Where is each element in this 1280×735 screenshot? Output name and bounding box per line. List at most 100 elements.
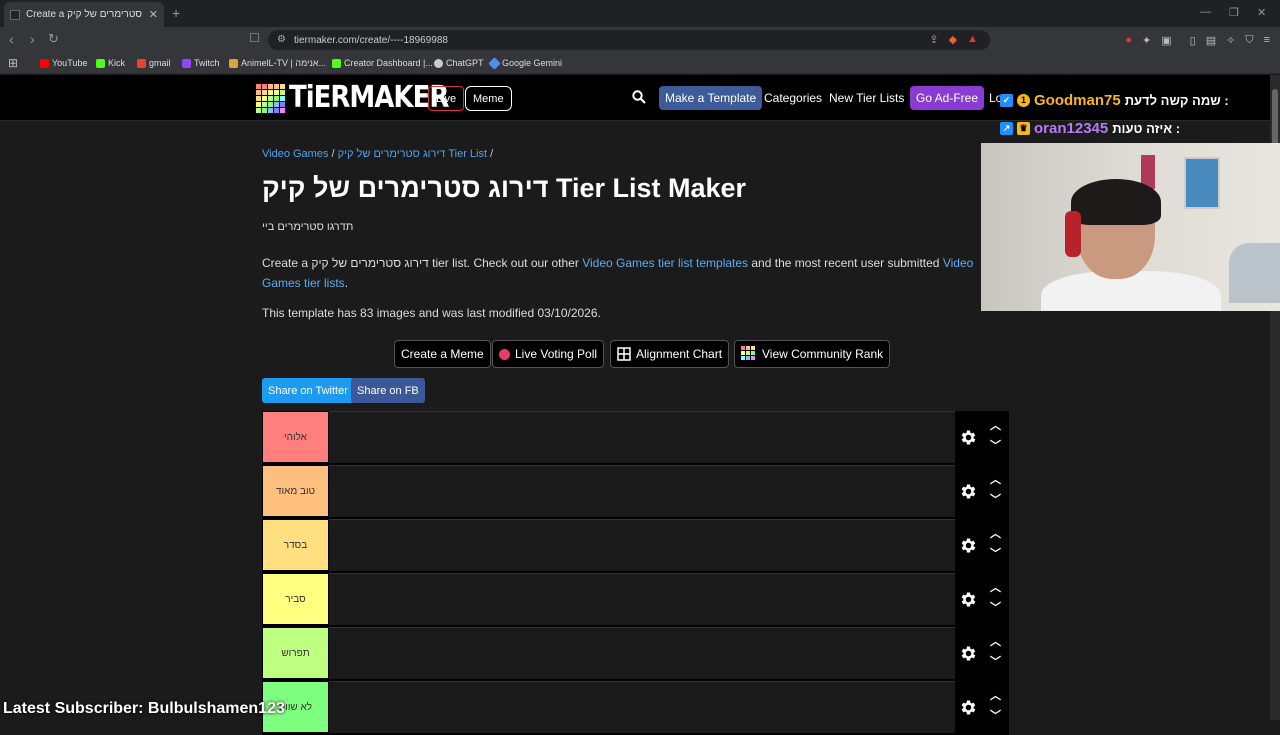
gear-icon[interactable]	[959, 428, 978, 447]
overlay-username-1: Goodman75	[1034, 91, 1121, 109]
leo-icon[interactable]: ✧	[1226, 34, 1235, 47]
tier-drop-zone[interactable]	[329, 627, 955, 679]
video-games-templates-link[interactable]: Video Games tier list templates	[582, 256, 748, 270]
close-tab-icon[interactable]: ✕	[149, 8, 158, 21]
view-community-rank-button[interactable]: View Community Rank	[734, 340, 891, 368]
tier-controls: ︿ ﹀	[955, 411, 1009, 463]
forward-icon[interactable]: ›	[30, 31, 35, 47]
rewards-icon[interactable]: ▲	[967, 33, 978, 46]
gear-icon[interactable]	[959, 590, 978, 609]
live-button[interactable]: Live	[428, 86, 465, 111]
share-fb-button[interactable]: Share on FB	[351, 378, 425, 403]
bookmark-gemini[interactable]: Google Gemini	[488, 56, 562, 70]
wall-poster	[1184, 157, 1220, 209]
wallet2-icon[interactable]: ▤	[1206, 34, 1216, 47]
vpn-icon[interactable]: ⛉	[1245, 34, 1253, 47]
bookmark-creator-dashboard[interactable]: Creator Dashboard |...	[332, 58, 433, 68]
new-tab-icon[interactable]: +	[172, 5, 180, 21]
webcam-overlay	[981, 143, 1280, 311]
chatgpt-icon	[434, 58, 443, 68]
move-down-icon[interactable]: ﹀	[990, 653, 1001, 669]
move-up-icon[interactable]: ︿	[990, 579, 1001, 595]
tier-label[interactable]: טוב מאוד	[262, 465, 329, 517]
extension-record-icon[interactable]: ●	[1125, 34, 1132, 47]
twitch-icon	[182, 58, 191, 68]
tier-row: טוב מאוד ︿ ﹀	[262, 465, 1009, 519]
move-up-icon[interactable]: ︿	[990, 687, 1001, 703]
alignment-chart-button[interactable]: Alignment Chart	[610, 340, 730, 368]
move-up-icon[interactable]: ︿	[990, 417, 1001, 433]
tier-label[interactable]: בסדר	[262, 519, 329, 571]
make-template-button[interactable]: Make a Template	[659, 86, 763, 110]
gear-icon[interactable]	[959, 482, 978, 501]
categories-link[interactable]: Categories	[764, 91, 822, 105]
bookmark-anime-tv[interactable]: AnimelL-TV | אנימה...	[229, 58, 326, 68]
apps-grid-icon[interactable]: ⊞	[8, 56, 18, 70]
intro-paragraph: Create a דירוג סטרימרים של קיק tier list…	[262, 256, 974, 290]
tier-drop-zone[interactable]	[329, 519, 955, 571]
tier-drop-zone[interactable]	[329, 573, 955, 625]
logo-grid-icon	[256, 83, 285, 113]
breadcrumb-category[interactable]: Video Games	[262, 148, 328, 160]
bookmark-icon[interactable]: ☐	[249, 31, 260, 45]
browser-tab[interactable]: Create a דירוג סטרימרים של קיק ✕	[4, 2, 164, 27]
move-up-icon[interactable]: ︿	[990, 471, 1001, 487]
move-down-icon[interactable]: ﹀	[990, 599, 1001, 615]
bookmark-youtube[interactable]: YouTube	[40, 58, 87, 68]
tier-row: בסדר ︿ ﹀	[262, 519, 1009, 573]
browser-tab-bar: Create a דירוג סטרימרים של קיק ✕ + — ❐ ✕	[0, 0, 1280, 27]
tier-label[interactable]: סביר	[262, 573, 329, 625]
gear-icon[interactable]	[959, 644, 978, 663]
tier-drop-zone[interactable]	[329, 465, 955, 517]
headset	[1065, 211, 1081, 257]
tier-drop-zone[interactable]	[329, 411, 955, 463]
tier-label[interactable]: תפרוש	[262, 627, 329, 679]
close-window-icon[interactable]: ✕	[1257, 6, 1266, 19]
tiermaker-logo[interactable]: TiERMAKER	[256, 81, 449, 115]
bookmark-gmail[interactable]: gmail	[137, 58, 171, 68]
move-up-icon[interactable]: ︿	[990, 633, 1001, 649]
tier-row: תפרוש ︿ ﹀	[262, 627, 1009, 681]
reload-icon[interactable]: ↻	[48, 31, 59, 47]
move-down-icon[interactable]: ﹀	[990, 707, 1001, 723]
move-down-icon[interactable]: ﹀	[990, 491, 1001, 507]
address-bar[interactable]: ⚙ tiermaker.com/create/----18969988 ⇪ ◆ …	[268, 30, 990, 50]
bookmarks-bar: ⊞ YouTube Kick gmail Twitch AnimelL-TV |…	[0, 52, 1280, 74]
new-tier-lists-link[interactable]: New Tier Lists	[829, 91, 904, 105]
rank-badge-icon: 1	[1017, 93, 1030, 107]
scrollbar-thumb[interactable]	[1272, 89, 1278, 149]
back-icon[interactable]: ‹	[9, 31, 14, 47]
gear-icon[interactable]	[959, 698, 978, 717]
wallet-icon[interactable]: ▣	[1161, 34, 1171, 47]
move-down-icon[interactable]: ﹀	[990, 545, 1001, 561]
share-twitter-button[interactable]: Share on Twitter	[262, 378, 354, 403]
tier-drop-zone[interactable]	[329, 681, 955, 733]
site-info-icon[interactable]: ⚙	[277, 34, 286, 45]
brave-shield-icon[interactable]: ◆	[949, 33, 957, 46]
breadcrumb-list[interactable]: דירוג סטרימרים של קיק Tier List	[338, 148, 487, 160]
kick-icon	[332, 58, 341, 68]
tiermaker-favicon-icon	[10, 9, 20, 20]
menu-icon[interactable]: ≡	[1264, 34, 1270, 47]
tier-label[interactable]: אלוהי	[262, 411, 329, 463]
extensions-icon[interactable]: ✦	[1142, 34, 1151, 47]
gear-icon[interactable]	[959, 536, 978, 555]
create-meme-button[interactable]: Create a Meme	[394, 340, 491, 368]
bookmark-chatgpt[interactable]: ChatGPT	[434, 58, 484, 68]
meme-button[interactable]: Meme	[465, 86, 512, 111]
bookmark-kick[interactable]: Kick	[96, 58, 125, 68]
go-ad-free-button[interactable]: Go Ad-Free	[910, 86, 985, 110]
move-down-icon[interactable]: ﹀	[990, 437, 1001, 453]
minimize-icon[interactable]: —	[1200, 6, 1211, 18]
anime-tv-icon	[229, 58, 238, 68]
sidebar-icon[interactable]: ▯	[1190, 34, 1196, 47]
share-icon[interactable]: ⇪	[929, 33, 938, 46]
search-icon[interactable]	[632, 90, 646, 104]
gemini-icon	[488, 56, 501, 70]
move-up-icon[interactable]: ︿	[990, 525, 1001, 541]
kick-icon	[96, 58, 105, 68]
maximize-icon[interactable]: ❐	[1229, 6, 1239, 19]
bookmark-twitch[interactable]: Twitch	[182, 58, 220, 68]
tier-controls: ︿ ﹀	[955, 573, 1009, 625]
live-voting-poll-button[interactable]: Live Voting Poll	[492, 340, 605, 368]
